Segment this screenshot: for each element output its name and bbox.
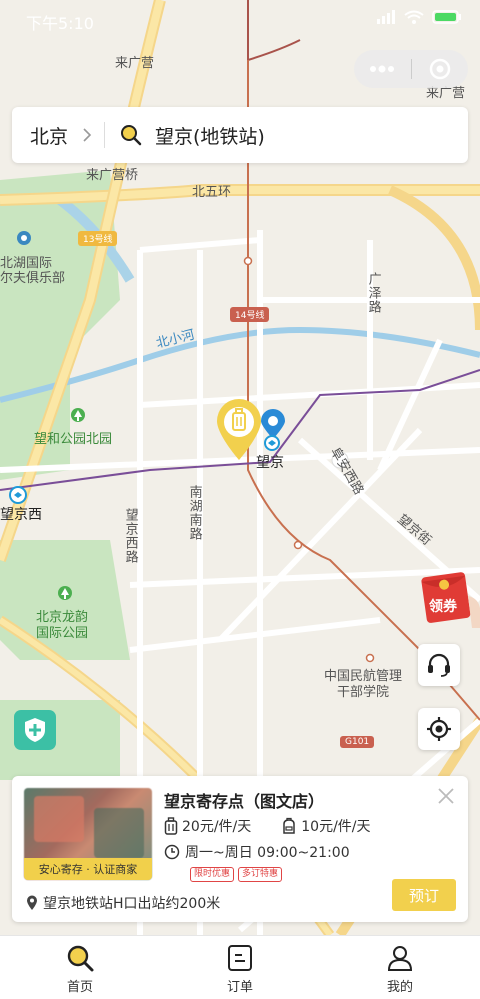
map-label-wangjing-west: 望京西 [0,507,42,523]
station-pin-icon[interactable] [259,409,287,451]
store-card[interactable]: 安心寄存 · 认证商家 望京寄存点（图文店） 20元/件/天 10元/件/天 周… [12,776,468,922]
tab-profile[interactable]: 我的 [320,936,480,999]
map-label-caac-college: 中国民航管理 干部学院 [324,669,403,700]
search-icon [121,125,142,146]
wifi-icon [404,10,424,24]
promo-tags: 限时优惠 多订特惠 [190,867,283,882]
location-pin-icon [27,895,37,910]
store-location: 望京地铁站H口出站约200米 [43,896,221,912]
chevron-right-icon [83,128,92,142]
tab-bar: 首页 订单 我的 [0,935,480,999]
search-card: 北京 望京(地铁站) [12,107,468,163]
price-luggage: 20元/件/天 [182,819,252,835]
search-value: 望京(地铁站) [155,125,265,148]
line13-tag: 13号线 [78,231,118,246]
close-miniprogram-button[interactable] [412,50,469,88]
map-label-laiguangying-bridge: 来广营桥 [86,168,139,183]
store-name: 望京寄存点（图文店） [164,792,325,811]
coupon-button[interactable]: 领券 [420,568,480,628]
safety-button[interactable] [14,710,56,750]
miniprogram-capsule [354,50,468,88]
headset-icon [428,653,450,677]
city-label: 北京 [30,125,69,148]
more-dots-icon [370,65,395,73]
coupon-label: 领券 [429,598,458,615]
map-label-longyun-park: 北京龙韵 国际公园 [36,610,89,641]
map-label-guangze-road: 广泽路 [365,272,381,314]
status-time: 下午5:10 [26,14,94,33]
tab-label: 订单 [226,980,253,995]
customer-service-button[interactable] [418,644,460,686]
search-input[interactable]: 望京(地铁站) [105,107,468,163]
subway-station-icon [9,486,27,504]
user-icon [387,946,413,971]
promo-tag: 多订特惠 [238,867,283,882]
map-label-laiguangying-right: 来广营 [426,86,466,101]
tab-label: 首页 [66,980,93,995]
map-label-north-5th-ring: 北五环 [192,185,232,200]
search-icon [67,945,94,972]
tab-home[interactable]: 首页 [0,936,160,999]
opening-hours: 周一~周日 09:00~21:00 [185,845,350,861]
map-label-laiguangying: 来广营 [115,56,155,71]
price-bag: 10元/件/天 [301,819,371,835]
map-label-wanghe-park: 望和公园北园 [34,432,113,447]
book-button[interactable]: 预订 [392,879,456,911]
map-label-nanhu-south-road: 南湖南路 [186,485,202,541]
shield-plus-icon [25,718,45,742]
battery-icon [432,10,461,24]
store-badge: 安心寄存 · 认证商家 [24,858,152,880]
signal-icon [377,10,395,24]
map-label-golf-club: 北湖国际 尔夫俱乐部 [0,256,66,286]
red-envelope-icon: 领券 [421,572,480,628]
tab-label: 我的 [386,980,413,995]
suitcase-icon [164,817,178,835]
tab-orders[interactable]: 订单 [160,936,320,999]
locate-me-button[interactable] [418,708,460,750]
target-circle-icon [429,58,450,80]
park-icon [71,408,85,422]
line14-tag: 14号线 [230,307,270,322]
backpack-icon [283,817,295,834]
order-icon [228,945,252,971]
locate-icon [427,717,451,741]
luggage-pin-icon[interactable] [214,397,264,463]
clock-icon [164,844,180,860]
g101-tag: G101 [340,736,375,748]
close-icon[interactable] [436,786,456,806]
location-row: 望京地铁站H口出站约200米 [26,893,220,913]
golf-icon [17,231,31,245]
more-button[interactable] [354,50,411,88]
promo-tag: 限时优惠 [190,867,235,882]
park-icon [58,586,72,600]
status-bar: 下午5:10 [0,0,480,38]
city-selector[interactable]: 北京 [12,107,104,163]
price-row: 20元/件/天 10元/件/天 [164,816,401,836]
map-label-wangjing-west-road: 望京西路 [122,508,138,564]
hours-row: 周一~周日 09:00~21:00 [164,842,350,862]
